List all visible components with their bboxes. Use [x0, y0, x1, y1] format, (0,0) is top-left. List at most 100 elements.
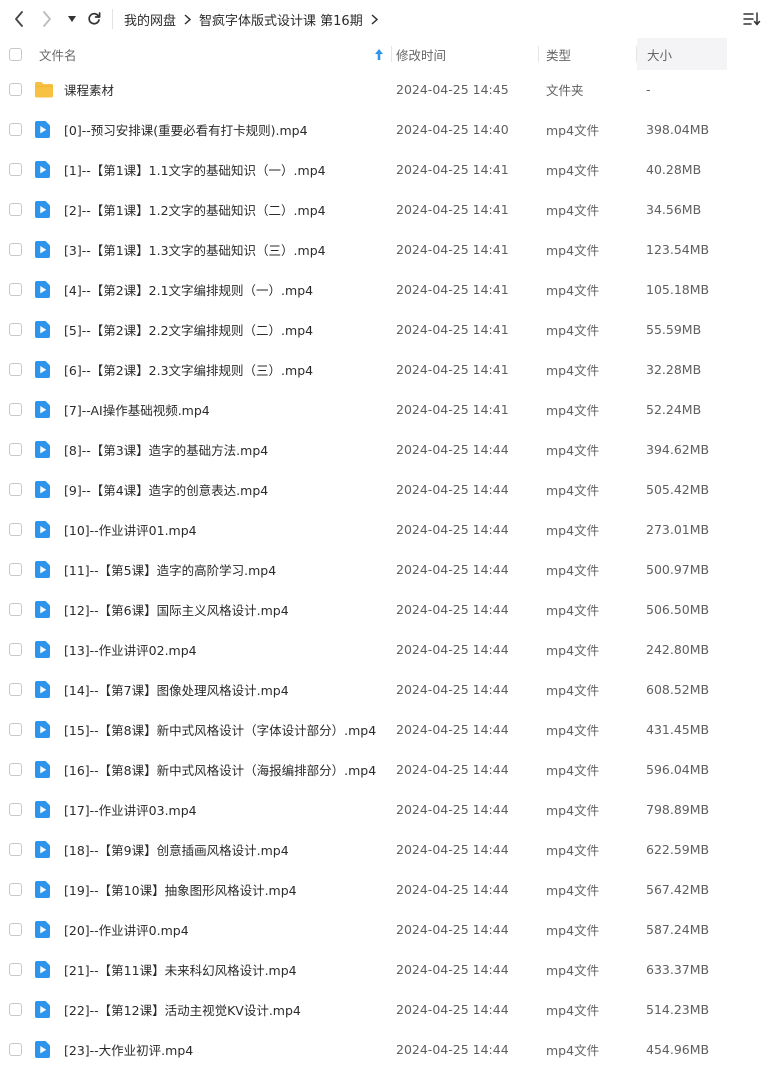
table-row[interactable]: [19]--【第10课】抽象图形风格设计.mp4 2024-04-25 14:44…	[0, 869, 770, 909]
table-row[interactable]: [14]--【第7课】图像处理风格设计.mp4 2024-04-25 14:44 m…	[0, 669, 770, 709]
table-row[interactable]: [1]--【第1课】1.1文字的基础知识（一）.mp4 2024-04-25 14…	[0, 149, 770, 189]
row-checkbox[interactable]	[9, 549, 22, 589]
file-name[interactable]: [9]--【第4课】造字的创意表达.mp4	[64, 469, 268, 509]
file-name[interactable]: [22]--【第12课】活动主视觉KV设计.mp4	[64, 989, 301, 1029]
table-row[interactable]: [22]--【第12课】活动主视觉KV设计.mp4 2024-04-25 14:4…	[0, 989, 770, 1029]
row-checkbox[interactable]	[9, 189, 22, 229]
column-divider[interactable]	[391, 46, 392, 62]
modified-date: 2024-04-25 14:41	[396, 281, 509, 297]
file-name[interactable]: [4]--【第2课】2.1文字编排规则（一）.mp4	[64, 269, 313, 309]
row-checkbox[interactable]	[9, 389, 22, 429]
row-checkbox[interactable]	[9, 509, 22, 549]
column-header-size[interactable]: 大小	[637, 38, 727, 70]
file-name[interactable]: [12]--【第6课】国际主义风格设计.mp4	[64, 589, 289, 629]
row-checkbox[interactable]	[9, 589, 22, 629]
file-name[interactable]: [16]--【第8课】新中式风格设计（海报编排部分）.mp4	[64, 749, 376, 789]
column-divider[interactable]	[538, 46, 539, 62]
table-row[interactable]: [16]--【第8课】新中式风格设计（海报编排部分）.mp4 2024-04-25…	[0, 749, 770, 789]
table-row[interactable]: [0]--预习安排课(重要必看有打卡规则).mp4 2024-04-25 14:4…	[0, 109, 770, 149]
file-name[interactable]: [19]--【第10课】抽象图形风格设计.mp4	[64, 869, 297, 909]
file-name[interactable]: [7]--AI操作基础视频.mp4	[64, 389, 210, 429]
history-dropdown-button[interactable]	[64, 0, 80, 38]
row-checkbox[interactable]	[9, 309, 22, 349]
breadcrumb-root[interactable]: 我的网盘	[124, 10, 176, 29]
file-name[interactable]: [21]--【第11课】未来科幻风格设计.mp4	[64, 949, 297, 989]
table-row[interactable]: [3]--【第1课】1.3文字的基础知识（三）.mp4 2024-04-25 14…	[0, 229, 770, 269]
file-name[interactable]: [8]--【第3课】造字的基础方法.mp4	[64, 429, 268, 469]
file-name[interactable]: [0]--预习安排课(重要必看有打卡规则).mp4	[64, 109, 308, 149]
video-file-icon	[34, 349, 51, 389]
table-row[interactable]: [9]--【第4课】造字的创意表达.mp4 2024-04-25 14:44 mp4…	[0, 469, 770, 509]
row-checkbox[interactable]	[9, 269, 22, 309]
table-row[interactable]: 课程素材 2024-04-25 14:45 文件夹 -	[0, 69, 770, 109]
row-checkbox[interactable]	[9, 629, 22, 669]
file-name[interactable]: [3]--【第1课】1.3文字的基础知识（三）.mp4	[64, 229, 326, 269]
row-checkbox[interactable]	[9, 669, 22, 709]
file-name[interactable]: [2]--【第1课】1.2文字的基础知识（二）.mp4	[64, 189, 326, 229]
breadcrumb-expand-icon[interactable]	[371, 13, 378, 25]
refresh-button[interactable]	[84, 0, 104, 38]
table-row[interactable]: [6]--【第2课】2.3文字编排规则（三）.mp4 2024-04-25 14:…	[0, 349, 770, 389]
row-checkbox[interactable]	[9, 69, 22, 109]
file-size: 52.24MB	[646, 401, 702, 417]
table-row[interactable]: [5]--【第2课】2.2文字编排规则（二）.mp4 2024-04-25 14:…	[0, 309, 770, 349]
back-button[interactable]	[8, 0, 30, 38]
video-file-icon	[34, 989, 51, 1029]
row-checkbox[interactable]	[9, 229, 22, 269]
row-checkbox[interactable]	[9, 709, 22, 749]
row-checkbox[interactable]	[9, 1029, 22, 1069]
file-name[interactable]: [10]--作业讲评01.mp4	[64, 509, 197, 549]
file-name[interactable]: [1]--【第1课】1.1文字的基础知识（一）.mp4	[64, 149, 326, 189]
row-checkbox[interactable]	[9, 869, 22, 909]
sort-view-button[interactable]	[742, 9, 762, 29]
select-all-checkbox[interactable]	[9, 38, 22, 70]
table-row[interactable]: [23]--大作业初评.mp4 2024-04-25 14:44 mp4文件 454.…	[0, 1029, 770, 1069]
breadcrumb-current-folder[interactable]: 智疯字体版式设计课 第16期	[199, 10, 363, 29]
row-checkbox[interactable]	[9, 149, 22, 189]
file-name[interactable]: [17]--作业讲评03.mp4	[64, 789, 197, 829]
row-checkbox[interactable]	[9, 789, 22, 829]
row-checkbox[interactable]	[9, 429, 22, 469]
table-row[interactable]: [4]--【第2课】2.1文字编排规则（一）.mp4 2024-04-25 14:…	[0, 269, 770, 309]
file-name[interactable]: [11]--【第5课】造字的高阶学习.mp4	[64, 549, 276, 589]
row-checkbox[interactable]	[9, 109, 22, 149]
table-row[interactable]: [18]--【第9课】创意插画风格设计.mp4 2024-04-25 14:44 m…	[0, 829, 770, 869]
refresh-icon	[88, 12, 101, 25]
file-name[interactable]: [13]--作业讲评02.mp4	[64, 629, 197, 669]
column-header-type[interactable]: 类型	[546, 38, 571, 70]
file-name[interactable]: [6]--【第2课】2.3文字编排规则（三）.mp4	[64, 349, 313, 389]
row-checkbox[interactable]	[9, 469, 22, 509]
table-row[interactable]: [17]--作业讲评03.mp4 2024-04-25 14:44 mp4文件 798…	[0, 789, 770, 829]
forward-button[interactable]	[36, 0, 58, 38]
table-row[interactable]: [20]--作业讲评0.mp4 2024-04-25 14:44 mp4文件 587.…	[0, 909, 770, 949]
table-row[interactable]: [2]--【第1课】1.2文字的基础知识（二）.mp4 2024-04-25 14…	[0, 189, 770, 229]
file-name[interactable]: [20]--作业讲评0.mp4	[64, 909, 189, 949]
table-row[interactable]: [7]--AI操作基础视频.mp4 2024-04-25 14:41 mp4文件 52…	[0, 389, 770, 429]
row-checkbox[interactable]	[9, 989, 22, 1029]
file-size: 567.42MB	[646, 881, 710, 897]
row-checkbox[interactable]	[9, 829, 22, 869]
column-header-date[interactable]: 修改时间	[396, 38, 446, 70]
modified-date: 2024-04-25 14:44	[396, 1041, 509, 1057]
row-checkbox[interactable]	[9, 349, 22, 389]
table-row[interactable]: [21]--【第11课】未来科幻风格设计.mp4 2024-04-25 14:44…	[0, 949, 770, 989]
table-row[interactable]: [8]--【第3课】造字的基础方法.mp4 2024-04-25 14:44 mp4…	[0, 429, 770, 469]
file-type: mp4文件	[546, 402, 600, 418]
file-name[interactable]: [15]--【第8课】新中式风格设计（字体设计部分）.mp4	[64, 709, 376, 749]
column-header-name[interactable]: 文件名	[39, 38, 391, 70]
table-row[interactable]: [10]--作业讲评01.mp4 2024-04-25 14:44 mp4文件 273…	[0, 509, 770, 549]
video-file-icon	[34, 589, 51, 629]
file-name[interactable]: [23]--大作业初评.mp4	[64, 1029, 193, 1069]
row-checkbox[interactable]	[9, 749, 22, 789]
table-row[interactable]: [12]--【第6课】国际主义风格设计.mp4 2024-04-25 14:44 m…	[0, 589, 770, 629]
file-type: mp4文件	[546, 602, 600, 618]
file-name[interactable]: [14]--【第7课】图像处理风格设计.mp4	[64, 669, 289, 709]
file-name[interactable]: [18]--【第9课】创意插画风格设计.mp4	[64, 829, 289, 869]
table-row[interactable]: [15]--【第8课】新中式风格设计（字体设计部分）.mp4 2024-04-25…	[0, 709, 770, 749]
table-row[interactable]: [13]--作业讲评02.mp4 2024-04-25 14:44 mp4文件 242…	[0, 629, 770, 669]
row-checkbox[interactable]	[9, 909, 22, 949]
file-name[interactable]: [5]--【第2课】2.2文字编排规则（二）.mp4	[64, 309, 313, 349]
row-checkbox[interactable]	[9, 949, 22, 989]
file-name[interactable]: 课程素材	[64, 69, 114, 109]
table-row[interactable]: [11]--【第5课】造字的高阶学习.mp4 2024-04-25 14:44 mp…	[0, 549, 770, 589]
